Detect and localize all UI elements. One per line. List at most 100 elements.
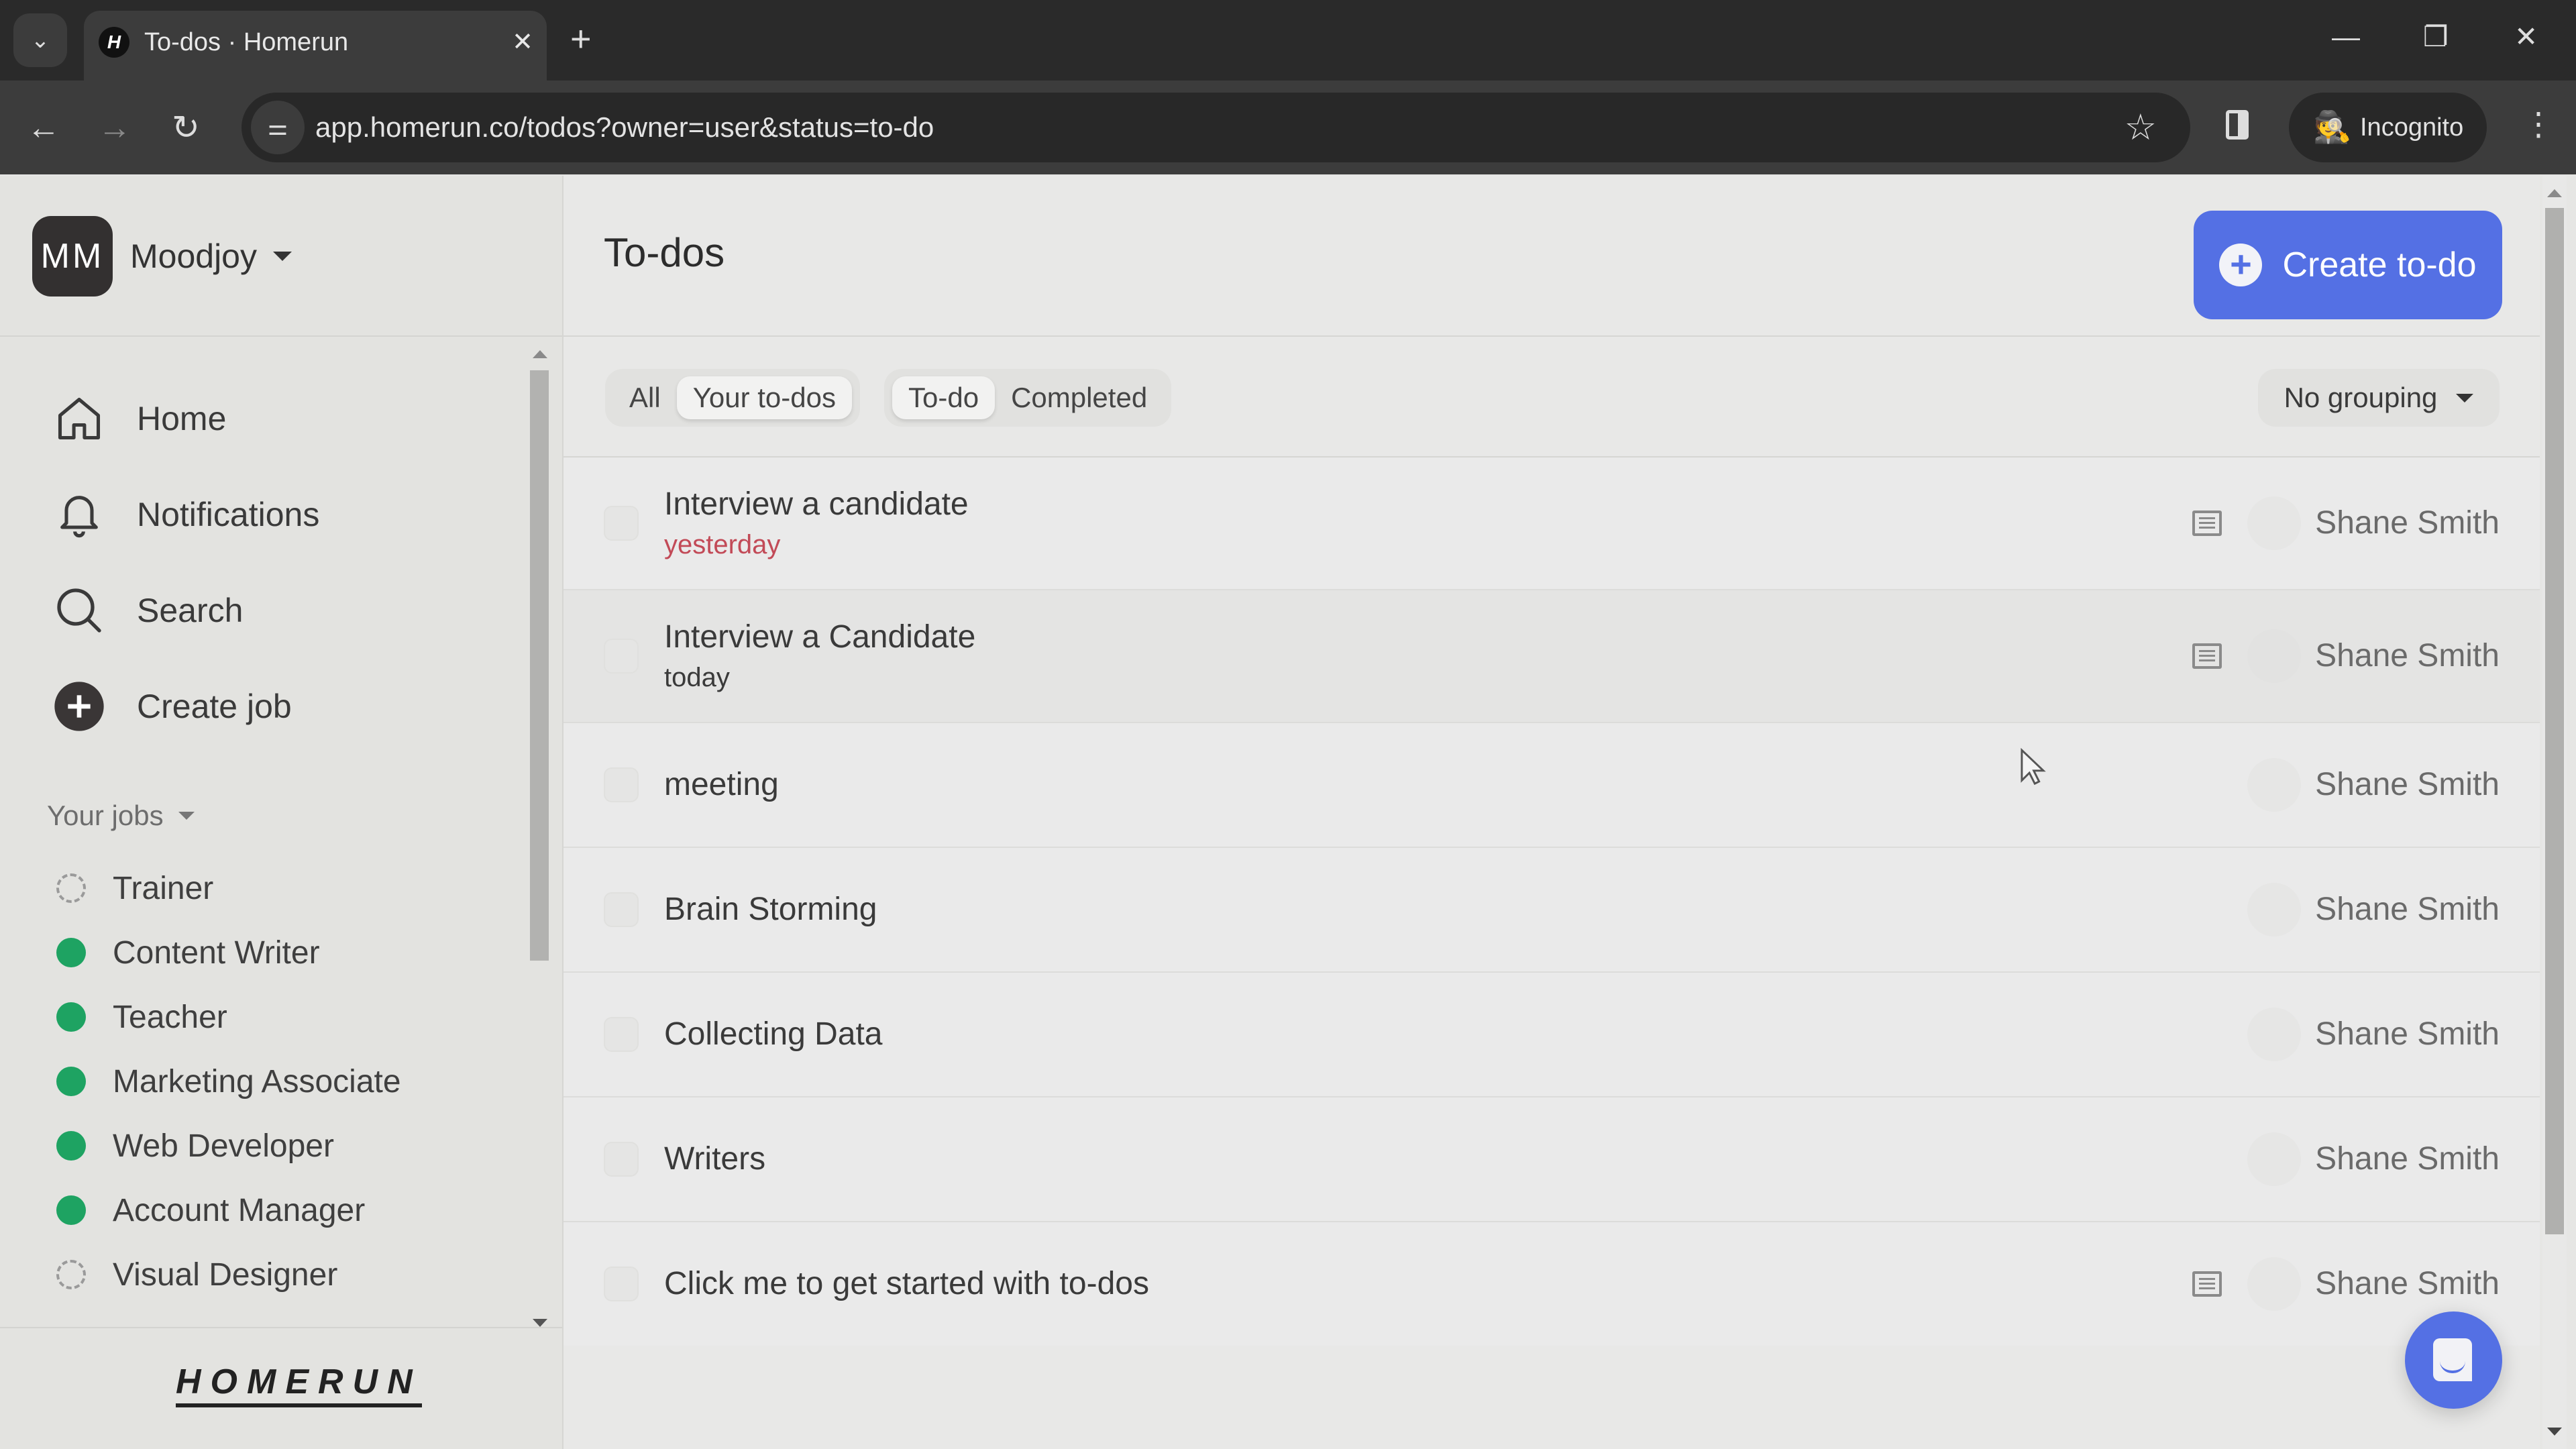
minimize-icon[interactable]: —	[2332, 20, 2360, 54]
note-icon	[2192, 511, 2222, 536]
scrollbar-thumb[interactable]	[2545, 208, 2564, 1234]
todo-checkbox[interactable]	[604, 1267, 639, 1301]
homerun-logo[interactable]: HOMERUN	[176, 1363, 422, 1407]
reload-icon[interactable]: ↻	[172, 109, 200, 146]
todo-row[interactable]: Collecting Data Shane Smith	[564, 973, 2540, 1097]
home-icon	[52, 392, 106, 445]
todo-checkbox[interactable]	[604, 892, 639, 927]
scroll-up-arrow-icon[interactable]	[533, 350, 547, 358]
scroll-down-arrow-icon[interactable]	[2547, 1428, 2562, 1436]
todo-row[interactable]: meeting Shane Smith	[564, 723, 2540, 848]
side-panel-icon[interactable]	[2226, 110, 2249, 140]
browser-menu-icon[interactable]: ⋮	[2522, 105, 2555, 145]
todo-row[interactable]: Interview a Candidate today Shane Smith	[564, 590, 2540, 723]
todo-owner: Shane Smith	[2315, 638, 2500, 674]
todo-title[interactable]: Collecting Data	[664, 1016, 883, 1053]
plus-circle-icon: +	[2219, 244, 2263, 286]
job-label: Content Writer	[113, 934, 320, 971]
grouping-dropdown[interactable]: No grouping	[2258, 369, 2500, 427]
owner-avatar	[2247, 629, 2301, 683]
job-item-web-developer[interactable]: Web Developer	[56, 1119, 334, 1173]
todo-row[interactable]: Click me to get started with to-dos Shan…	[564, 1222, 2540, 1346]
job-item-teacher[interactable]: Teacher	[56, 990, 227, 1044]
tab-search-button[interactable]: ⌄	[13, 13, 67, 67]
url-text[interactable]: app.homerun.co/todos?owner=user&status=t…	[315, 110, 934, 145]
site-info-icon[interactable]: ⚌	[251, 101, 305, 154]
job-item-content-writer[interactable]: Content Writer	[56, 926, 320, 979]
address-bar[interactable]: ⚌ app.homerun.co/todos?owner=user&status…	[241, 93, 2190, 162]
tab-title: To-dos · Homerun	[144, 28, 349, 56]
sidebar-scrollbar[interactable]	[530, 343, 550, 1336]
close-window-icon[interactable]: ✕	[2514, 20, 2538, 54]
filter-all[interactable]: All	[613, 376, 677, 419]
todo-row[interactable]: Brain Storming Shane Smith	[564, 848, 2540, 973]
todo-checkbox[interactable]	[604, 1017, 639, 1052]
todo-checkbox[interactable]	[604, 506, 639, 541]
forward-icon[interactable]: →	[98, 109, 131, 146]
todo-owner: Shane Smith	[2315, 1266, 2500, 1301]
todo-title[interactable]: meeting	[664, 766, 779, 803]
todo-title[interactable]: Interview a candidate	[664, 486, 969, 523]
favicon-icon: H	[99, 27, 129, 58]
job-label: Marketing Associate	[113, 1063, 401, 1099]
create-todo-button[interactable]: + Create to-do	[2194, 211, 2502, 319]
owner-avatar	[2247, 1008, 2301, 1061]
scrollbar-thumb[interactable]	[530, 370, 549, 961]
incognito-indicator[interactable]: 🕵 Incognito	[2289, 93, 2487, 162]
todo-checkbox[interactable]	[604, 1142, 639, 1177]
todo-checkbox[interactable]	[604, 767, 639, 802]
restore-icon[interactable]: ❐	[2423, 20, 2449, 54]
browser-tab[interactable]: H To-dos · Homerun ✕	[84, 11, 547, 85]
job-item-visual-designer[interactable]: Visual Designer	[56, 1248, 337, 1301]
new-tab-icon[interactable]: +	[570, 19, 592, 59]
back-icon[interactable]: ←	[27, 109, 60, 146]
job-item-trainer[interactable]: Trainer	[56, 861, 213, 915]
job-status-active-icon	[56, 1002, 86, 1032]
support-chat-button[interactable]	[2405, 1311, 2502, 1409]
browser-toolbar: ← → ↻ ⚌ app.homerun.co/todos?owner=user&…	[0, 80, 2576, 174]
sidebar-item-notifications[interactable]: Notifications	[52, 481, 319, 548]
filter-completed[interactable]: Completed	[995, 376, 1163, 419]
sidebar-item-create-job[interactable]: Create job	[52, 673, 292, 740]
sidebar-item-search[interactable]: Search	[52, 577, 243, 644]
sidebar-item-label: Home	[137, 400, 227, 437]
job-item-marketing-associate[interactable]: Marketing Associate	[56, 1055, 401, 1108]
job-status-active-icon	[56, 1195, 86, 1225]
sidebar-item-label: Notifications	[137, 496, 320, 533]
scroll-down-arrow-icon[interactable]	[533, 1319, 547, 1327]
todo-owner: Shane Smith	[2315, 892, 2500, 927]
sidebar-item-label: Create job	[137, 688, 292, 725]
note-icon	[2192, 643, 2222, 669]
create-todo-label: Create to-do	[2282, 246, 2477, 284]
filter-your-todos[interactable]: Your to-dos	[676, 376, 852, 419]
sidebar-item-home[interactable]: Home	[52, 385, 226, 452]
close-tab-icon[interactable]: ✕	[512, 25, 533, 59]
owner-avatar	[2247, 758, 2301, 812]
todo-row[interactable]: Writers Shane Smith	[564, 1097, 2540, 1222]
sidebar-footer-divider	[0, 1327, 562, 1328]
job-label: Account Manager	[113, 1192, 366, 1228]
owner-avatar	[2247, 1257, 2301, 1311]
job-status-active-icon	[56, 1067, 86, 1096]
todo-checkbox[interactable]	[604, 639, 639, 674]
bell-icon	[52, 488, 106, 541]
todo-title[interactable]: Writers	[664, 1140, 765, 1177]
caret-down-icon	[178, 812, 195, 820]
org-switcher[interactable]: MM Moodjoy	[32, 216, 292, 297]
bookmark-star-icon[interactable]: ☆	[2125, 107, 2157, 148]
org-avatar: MM	[32, 216, 113, 297]
status-filter: To-do Completed	[884, 369, 1172, 427]
todo-title[interactable]: Brain Storming	[664, 891, 877, 928]
filter-to-do[interactable]: To-do	[892, 376, 996, 419]
job-item-account-manager[interactable]: Account Manager	[56, 1183, 365, 1237]
your-jobs-toggle[interactable]: Your jobs	[47, 800, 195, 832]
todo-title[interactable]: Interview a Candidate	[664, 619, 975, 655]
scroll-up-arrow-icon[interactable]	[2547, 189, 2562, 197]
note-icon	[2192, 1271, 2222, 1297]
owner-avatar	[2247, 1132, 2301, 1186]
todo-row[interactable]: Interview a candidate yesterday Shane Sm…	[564, 458, 2540, 590]
incognito-icon: 🕵	[2313, 109, 2352, 144]
main-scrollbar[interactable]	[2542, 176, 2567, 1449]
todo-due-date: yesterday	[664, 530, 781, 559]
todo-title[interactable]: Click me to get started with to-dos	[664, 1265, 1149, 1302]
